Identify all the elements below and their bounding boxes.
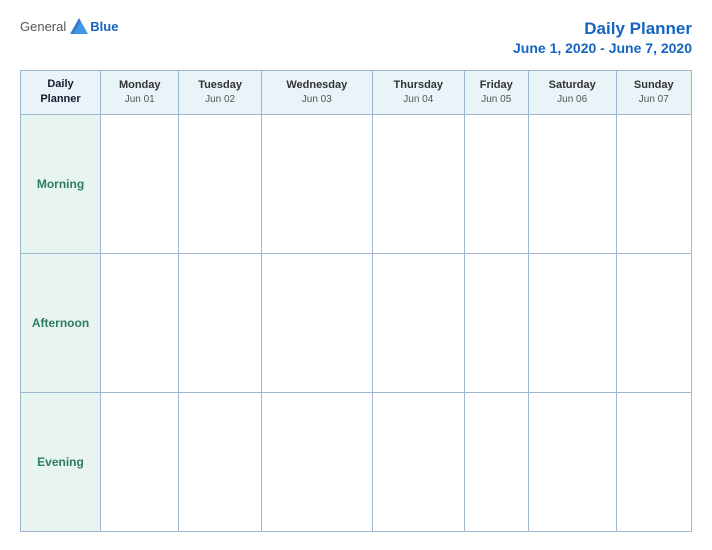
- wednesday-afternoon[interactable]: [261, 253, 372, 392]
- col-thursday: Thursday Jun 04: [372, 71, 464, 115]
- col-friday: Friday Jun 05: [464, 71, 528, 115]
- tuesday-evening[interactable]: [179, 392, 261, 531]
- saturday-afternoon[interactable]: [528, 253, 616, 392]
- afternoon-label: Afternoon: [21, 253, 101, 392]
- page: General Blue Daily Planner June 1, 2020 …: [0, 0, 712, 550]
- col-saturday: Saturday Jun 06: [528, 71, 616, 115]
- page-title: Daily Planner: [513, 18, 692, 40]
- thursday-morning[interactable]: [372, 114, 464, 253]
- logo-area: General Blue: [20, 18, 118, 34]
- monday-evening[interactable]: [101, 392, 179, 531]
- logo-blue-text: Blue: [90, 19, 118, 34]
- header: General Blue Daily Planner June 1, 2020 …: [20, 18, 692, 56]
- thursday-evening[interactable]: [372, 392, 464, 531]
- col-wednesday: Wednesday Jun 03: [261, 71, 372, 115]
- logo-icon: [70, 18, 88, 34]
- saturday-morning[interactable]: [528, 114, 616, 253]
- date-range: June 1, 2020 - June 7, 2020: [513, 40, 692, 56]
- friday-evening[interactable]: [464, 392, 528, 531]
- title-area: Daily Planner June 1, 2020 - June 7, 202…: [513, 18, 692, 56]
- sunday-evening[interactable]: [616, 392, 691, 531]
- sunday-morning[interactable]: [616, 114, 691, 253]
- tuesday-afternoon[interactable]: [179, 253, 261, 392]
- morning-label: Morning: [21, 114, 101, 253]
- thursday-afternoon[interactable]: [372, 253, 464, 392]
- wednesday-evening[interactable]: [261, 392, 372, 531]
- calendar-table: Daily Planner Monday Jun 01 Tuesday Jun …: [20, 70, 692, 532]
- sunday-afternoon[interactable]: [616, 253, 691, 392]
- col-tuesday: Tuesday Jun 02: [179, 71, 261, 115]
- tuesday-morning[interactable]: [179, 114, 261, 253]
- afternoon-row: Afternoon: [21, 253, 692, 392]
- friday-morning[interactable]: [464, 114, 528, 253]
- monday-morning[interactable]: [101, 114, 179, 253]
- header-row: Daily Planner Monday Jun 01 Tuesday Jun …: [21, 71, 692, 115]
- monday-afternoon[interactable]: [101, 253, 179, 392]
- logo-general-text: General: [20, 19, 66, 34]
- friday-afternoon[interactable]: [464, 253, 528, 392]
- logo: General Blue: [20, 18, 118, 34]
- evening-row: Evening: [21, 392, 692, 531]
- morning-row: Morning: [21, 114, 692, 253]
- saturday-evening[interactable]: [528, 392, 616, 531]
- label-col-header: Daily Planner: [21, 71, 101, 115]
- col-sunday: Sunday Jun 07: [616, 71, 691, 115]
- col-monday: Monday Jun 01: [101, 71, 179, 115]
- evening-label: Evening: [21, 392, 101, 531]
- wednesday-morning[interactable]: [261, 114, 372, 253]
